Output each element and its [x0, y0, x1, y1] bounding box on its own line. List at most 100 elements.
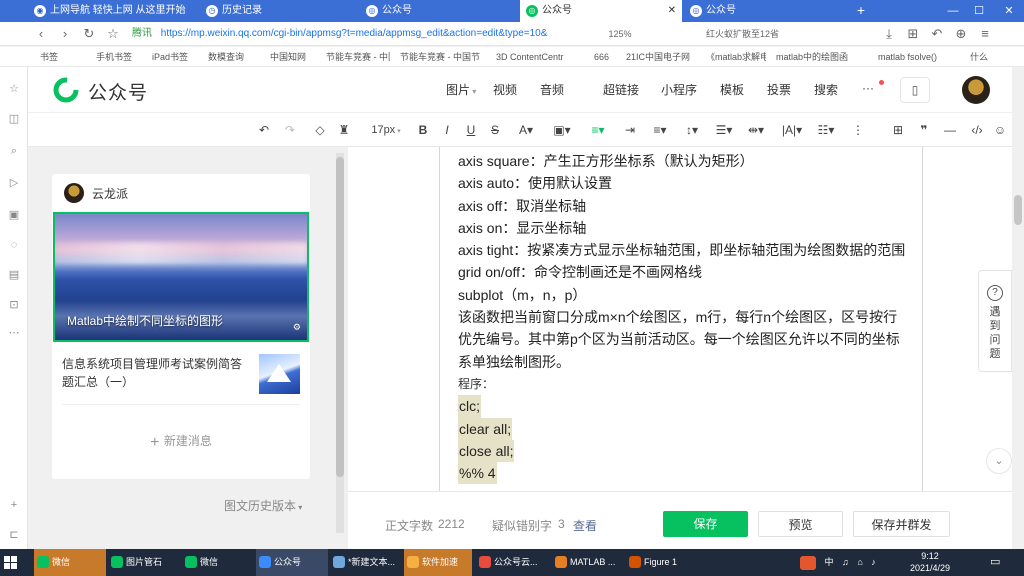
- close-icon[interactable]: ✕: [668, 0, 676, 22]
- tab-weixin-1[interactable]: ◎ 公众号: [360, 0, 520, 22]
- search-icon[interactable]: ⌕: [6, 143, 22, 159]
- menu-vote[interactable]: 投票: [767, 81, 791, 98]
- taskbar-item-cloud[interactable]: 公众号云...: [476, 549, 548, 576]
- article-body[interactable]: axis square：产生正方形坐标系（默认为矩形） axis auto：使用…: [458, 150, 908, 485]
- taskbar-item-notepad[interactable]: *新建文本...: [330, 549, 402, 576]
- download-icon[interactable]: ⤓: [880, 24, 898, 44]
- save-button[interactable]: 保存: [663, 511, 748, 537]
- font-color-icon[interactable]: A▾: [516, 121, 536, 139]
- indent-icon[interactable]: ⇥: [622, 121, 638, 139]
- main-menu-icon[interactable]: ≡: [976, 24, 994, 44]
- minimize-icon[interactable]: —: [940, 0, 966, 22]
- bookmark-item[interactable]: 中国知网: [270, 47, 316, 66]
- maximize-icon[interactable]: ☐: [966, 0, 992, 22]
- bookmark-item[interactable]: 节能车竞赛 - 中国节: [400, 47, 484, 66]
- bold-icon[interactable]: B: [416, 121, 430, 139]
- windows-start-icon[interactable]: [4, 556, 18, 570]
- search-suggestion[interactable]: 红火蚁扩散至12省: [706, 24, 826, 44]
- menu-grid-icon[interactable]: ⊞: [904, 24, 922, 44]
- divider-icon[interactable]: —: [942, 121, 958, 139]
- redo-icon[interactable]: ↷: [282, 121, 298, 139]
- quote-icon[interactable]: ❞: [916, 121, 932, 139]
- menu-audio[interactable]: 音频: [540, 81, 564, 98]
- zoom-level[interactable]: 125%: [600, 24, 640, 44]
- tab-history[interactable]: ◷ 历史记录: [200, 0, 360, 22]
- extensions-icon[interactable]: ⊕: [952, 24, 970, 44]
- video-icon[interactable]: ▷: [6, 175, 22, 191]
- more-icon[interactable]: ⋯: [6, 325, 22, 341]
- chat-icon[interactable]: ◌: [6, 237, 22, 253]
- forward-icon[interactable]: ›: [56, 24, 74, 44]
- bookmark-item[interactable]: 《matlab求解电路: [706, 47, 766, 66]
- emoji-icon[interactable]: ☺: [992, 121, 1008, 139]
- bookmark-item[interactable]: 手机书签: [96, 47, 144, 66]
- reader-icon[interactable]: ◫: [6, 111, 22, 127]
- editor-page[interactable]: axis square：产生正方形坐标系（默认为矩形） axis auto：使用…: [439, 147, 923, 491]
- notes-icon[interactable]: ▤: [6, 267, 22, 283]
- ime-mode[interactable]: 中: [825, 557, 834, 567]
- bookmark-item[interactable]: 21IC中国电子网: [626, 47, 694, 66]
- strikethrough-icon[interactable]: S: [488, 121, 502, 139]
- collapse-panel-icon[interactable]: ⊏: [6, 527, 22, 543]
- list-scrollbar[interactable]: [336, 153, 344, 533]
- bookmark-item[interactable]: 666: [594, 47, 614, 66]
- system-clock[interactable]: 9:12 2021/4/29: [900, 550, 960, 574]
- code-icon[interactable]: ‹/›: [968, 121, 986, 139]
- table-icon[interactable]: ⊞: [890, 121, 906, 139]
- list-item-title[interactable]: 信息系统项目管理师考试案例简答题汇总（一）: [62, 355, 248, 391]
- menu-search[interactable]: 搜索: [814, 81, 838, 98]
- back-icon[interactable]: ‹: [32, 24, 50, 44]
- menu-template[interactable]: 模板: [720, 81, 744, 98]
- bookmark-item[interactable]: matlab fsolve(): [878, 47, 956, 66]
- undo-icon[interactable]: ↶: [256, 121, 272, 139]
- app-icon[interactable]: ▣: [6, 207, 22, 223]
- scrollbar-thumb[interactable]: [336, 157, 344, 477]
- avatar[interactable]: [962, 76, 990, 104]
- document-icon[interactable]: ▯: [900, 77, 930, 103]
- taskbar-item-wechat[interactable]: 微信: [34, 549, 106, 576]
- list-icon[interactable]: ☷▾: [816, 121, 836, 139]
- bookmark-item[interactable]: 数模查询: [208, 47, 260, 66]
- letter-spacing-icon[interactable]: ⇹▾: [746, 121, 766, 139]
- favorites-icon[interactable]: ☆: [6, 81, 22, 97]
- menu-video[interactable]: 视频: [493, 81, 517, 98]
- undo-close-icon[interactable]: ↶: [928, 24, 946, 44]
- bookmark-item[interactable]: iPad书签: [152, 47, 198, 66]
- taskbar-item-wechat-2[interactable]: 微信: [182, 549, 254, 576]
- volume-icon[interactable]: ♪: [871, 557, 876, 567]
- page-scrollbar[interactable]: [1012, 67, 1024, 549]
- font-size-select[interactable]: 17px ▾: [368, 121, 404, 139]
- eraser-icon[interactable]: ◇: [312, 121, 328, 139]
- bookmark-item[interactable]: 节能车竞赛 - 中国节: [326, 47, 390, 66]
- align-left-icon[interactable]: ≡▾: [588, 121, 608, 139]
- new-message-button[interactable]: + 新建消息: [52, 432, 310, 452]
- history-version-button[interactable]: 图文历史版本 ▾: [224, 497, 302, 514]
- mic-icon[interactable]: ♫: [842, 557, 849, 567]
- bookmark-item[interactable]: matlab中的绘图函: [776, 47, 860, 66]
- bookmark-item[interactable]: 3D ContentCentr: [496, 47, 572, 66]
- line-height-icon[interactable]: ↕▾: [682, 121, 702, 139]
- preview-button[interactable]: 预览: [758, 511, 843, 537]
- close-window-icon[interactable]: ✕: [996, 0, 1022, 22]
- sogou-ime-icon[interactable]: [800, 555, 816, 570]
- italic-icon[interactable]: I: [440, 121, 454, 139]
- menu-image[interactable]: 图片 ▾: [446, 81, 476, 98]
- menu-more[interactable]: ···: [862, 81, 874, 95]
- align-center-icon[interactable]: ≡▾: [650, 121, 670, 139]
- scrollbar-thumb[interactable]: [1014, 195, 1022, 225]
- text-direction-icon[interactable]: |A|▾: [780, 121, 804, 139]
- highlight-color-icon[interactable]: ▣▾: [550, 121, 574, 139]
- save-and-publish-button[interactable]: 保存并群发: [853, 511, 950, 537]
- network-icon[interactable]: ⌂: [857, 557, 862, 567]
- more-format-icon[interactable]: ⋮: [850, 121, 866, 139]
- menu-hyperlink[interactable]: 超链接: [603, 81, 639, 98]
- taskbar-item-matlab[interactable]: MATLAB ...: [552, 549, 624, 576]
- paragraph-spacing-icon[interactable]: ☰▾: [714, 121, 734, 139]
- taskbar-item-figure[interactable]: Figure 1: [626, 549, 698, 576]
- add-icon[interactable]: +: [6, 497, 22, 513]
- taskbar-item-accelerator[interactable]: 软件加速: [404, 549, 472, 576]
- settings-icon[interactable]: ⚙: [293, 322, 301, 333]
- article-cover-image[interactable]: Matlab中绘制不同坐标的图形 ⚙: [53, 212, 309, 342]
- cart-icon[interactable]: ⊡: [6, 297, 22, 313]
- bookmark-item[interactable]: 书签: [40, 47, 84, 66]
